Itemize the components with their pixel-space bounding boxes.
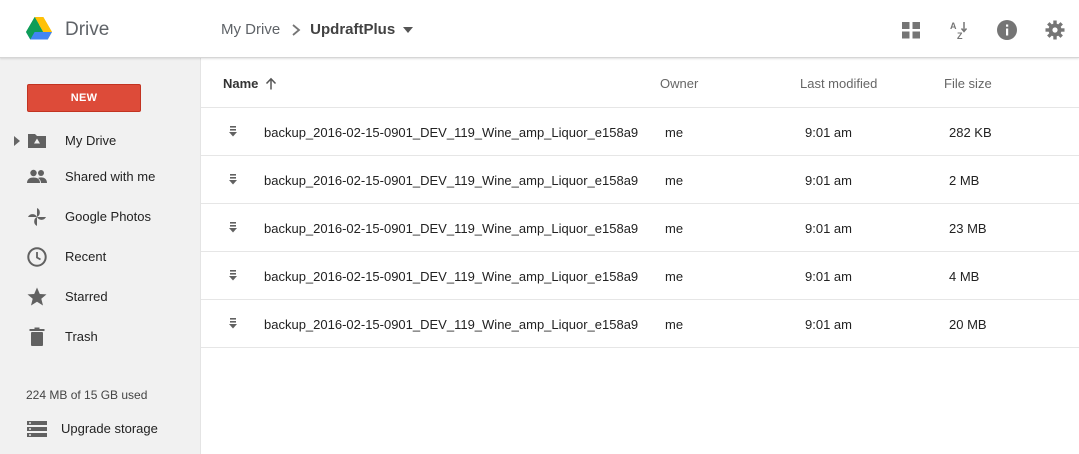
storage-usage-text: 224 MB of 15 GB used [26,388,148,402]
column-file-size[interactable]: File size [944,76,992,91]
file-modified: 9:01 am [805,317,852,332]
file-size: 23 MB [949,221,987,236]
sidebar-item-label: Shared with me [65,169,156,184]
table-row[interactable]: backup_2016-02-15-0901_DEV_119_Wine_amp_… [201,204,1079,252]
file-icon [229,174,237,185]
file-size: 2 MB [949,173,980,188]
arrow-up-icon[interactable] [265,77,277,90]
file-name: backup_2016-02-15-0901_DEV_119_Wine_amp_… [264,269,639,284]
sidebar-item-trash[interactable]: Trash [0,318,200,354]
sidebar-item-label: Starred [65,289,108,304]
breadcrumb-current-folder[interactable]: UpdraftPlus [310,21,395,38]
file-list: Name Owner Last modified File size backu… [200,58,1079,454]
file-icon [229,318,237,329]
people-icon [27,169,47,183]
file-icon [229,222,237,233]
sidebar: NEW My Drive Shared with me Google Photo… [0,58,200,454]
table-row[interactable]: backup_2016-02-15-0901_DEV_119_Wine_amp_… [201,300,1079,348]
table-row[interactable]: backup_2016-02-15-0901_DEV_119_Wine_amp_… [201,156,1079,204]
trash-icon [29,327,45,346]
column-last-modified[interactable]: Last modified [800,76,877,91]
sidebar-item-my-drive[interactable]: My Drive [0,122,200,158]
caret-down-icon[interactable] [403,26,414,33]
grid-view-icon[interactable] [900,19,922,41]
file-owner: me [665,173,684,188]
breadcrumb-my-drive[interactable]: My Drive [221,21,280,38]
sidebar-item-google-photos[interactable]: Google Photos [0,198,200,234]
sidebar-item-label: Recent [65,249,107,264]
column-header-row: Name Owner Last modified File size [201,58,1079,108]
table-row[interactable]: backup_2016-02-15-0901_DEV_119_Wine_amp_… [201,252,1079,300]
sort-az-icon[interactable]: A Z [948,19,970,41]
breadcrumb: My Drive UpdraftPlus [221,21,414,38]
file-size: 20 MB [949,317,987,332]
clock-icon [27,247,47,267]
sidebar-item-starred[interactable]: Starred [0,278,200,314]
storage-icon [27,421,47,437]
file-name: backup_2016-02-15-0901_DEV_119_Wine_amp_… [264,173,639,188]
sidebar-item-label: Google Photos [65,209,152,224]
sidebar-item-label: My Drive [65,133,117,148]
file-size: 4 MB [949,269,980,284]
file-modified: 9:01 am [805,269,852,284]
top-header: Drive My Drive UpdraftPlus A Z [0,0,1079,58]
column-name-label: Name [223,76,259,91]
folder-drive-icon [28,134,46,148]
app-title[interactable]: Drive [65,19,109,41]
file-modified: 9:01 am [805,221,852,236]
upgrade-storage-link[interactable]: Upgrade storage [0,414,200,442]
info-icon[interactable] [996,19,1018,41]
new-button[interactable]: NEW [27,84,141,112]
table-row[interactable]: backup_2016-02-15-0901_DEV_119_Wine_amp_… [201,108,1079,156]
file-name: backup_2016-02-15-0901_DEV_119_Wine_amp_… [264,317,639,332]
file-owner: me [665,125,684,140]
file-icon [229,270,237,281]
file-name: backup_2016-02-15-0901_DEV_119_Wine_amp_… [264,221,639,236]
sidebar-item-recent[interactable]: Recent [0,238,200,274]
file-modified: 9:01 am [805,125,852,140]
file-owner: me [665,221,684,236]
chevron-right-icon [292,23,301,36]
sidebar-item-label: Trash [65,329,98,344]
upgrade-storage-label: Upgrade storage [61,421,158,436]
sidebar-item-shared-with-me[interactable]: Shared with me [0,158,200,194]
file-owner: me [665,317,684,332]
svg-text:A: A [950,21,957,31]
star-icon [27,287,47,306]
file-size: 282 KB [949,125,992,140]
column-owner[interactable]: Owner [660,76,698,91]
file-icon [229,126,237,137]
expand-arrow-icon[interactable] [14,136,20,146]
file-owner: me [665,269,684,284]
pinwheel-icon [28,208,46,226]
svg-text:Z: Z [957,31,963,41]
file-modified: 9:01 am [805,173,852,188]
settings-icon[interactable] [1044,19,1066,41]
file-name: backup_2016-02-15-0901_DEV_119_Wine_amp_… [264,125,639,140]
drive-logo-icon[interactable] [26,17,52,41]
column-name[interactable]: Name [223,76,277,91]
